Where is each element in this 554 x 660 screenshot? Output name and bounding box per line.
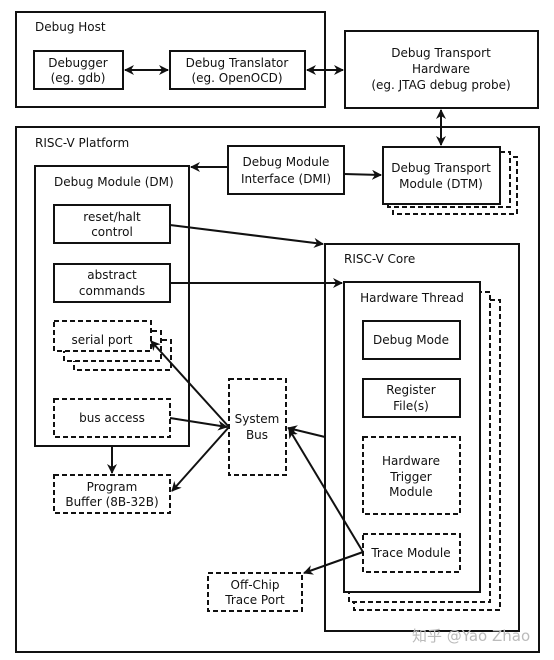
debugger-label-1: Debugger [48,56,107,70]
program-buffer-label-1: Program [87,480,138,494]
watermark: 知乎 @Yao Zhao [412,627,530,645]
abstract-label-1: abstract [87,268,137,282]
transport-hw-label-1: Debug Transport [391,46,491,60]
bus-access-label: bus access [79,411,145,425]
riscv-core-label: RISC-V Core [344,252,415,266]
platform-label: RISC-V Platform [35,136,129,150]
serial-port-label: serial port [71,333,132,347]
hardware-thread-label: Hardware Thread [360,291,464,305]
debug-host-group: Debug Host Debugger (eg. gdb) Debug Tran… [15,11,326,108]
trace-module-label: Trace Module [370,546,450,560]
debug-architecture-diagram: Debug Host Debugger (eg. gdb) Debug Tran… [15,11,540,653]
register-file-label-2: File(s) [393,399,429,413]
dmi-label-1: Debug Module [243,155,330,169]
system-bus-label-1: System [235,412,280,426]
register-file-label-1: Register [386,383,435,397]
reset-halt-label-1: reset/halt [83,210,141,224]
dmi-box [227,145,345,195]
translator-label-2: (eg. OpenOCD) [191,71,282,85]
dmi-label-2: Interface (DMI) [241,172,331,186]
off-chip-label-1: Off-Chip [231,578,280,592]
program-buffer-label-2: Buffer (8B-32B) [65,495,158,509]
debugger-label-2: (eg. gdb) [51,71,106,85]
arrow-dtm-dmi [343,169,382,180]
translator-label-1: Debug Translator [186,56,289,70]
transport-hw-label-3: (eg. JTAG debug probe) [371,78,510,92]
dtm-label-1: Debug Transport [391,161,491,175]
dtm-box [382,146,501,205]
dtm-label-2: Module (DTM) [399,177,483,191]
system-bus-label-2: Bus [246,428,268,442]
reset-halt-label-2: control [91,225,133,239]
transport-hw-label-2: Hardware [412,62,470,76]
trigger-label-2: Trigger [389,470,431,484]
debug-module-label: Debug Module (DM) [54,175,174,189]
system-bus-box [228,378,287,476]
debug-host-label: Debug Host [35,20,106,34]
trigger-label-3: Module [389,485,433,499]
trigger-label-1: Hardware [382,454,440,468]
off-chip-label-2: Trace Port [224,593,285,607]
debug-mode-label: Debug Mode [373,333,449,347]
abstract-label-2: commands [79,284,145,298]
